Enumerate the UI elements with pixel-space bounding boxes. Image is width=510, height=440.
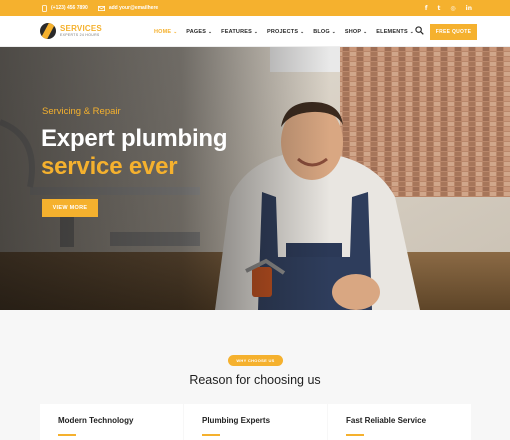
nav-item-home[interactable]: HOME ⌄: [154, 29, 177, 35]
feature-card-modern-technology[interactable]: Modern Technology: [40, 404, 183, 440]
contact-info: (+123) 456 7890 add your@emailhere: [42, 4, 168, 12]
twitter-icon[interactable]: t: [438, 5, 441, 12]
chevron-down-icon: ⌄: [300, 28, 305, 34]
chevron-down-icon: ⌄: [331, 28, 336, 34]
nav-item-features[interactable]: FEATURES ⌄: [221, 29, 258, 35]
phone-contact[interactable]: (+123) 456 7890: [42, 4, 88, 12]
nav-menu: HOME ⌄ PAGES ⌄ FEATURES ⌄ PROJECTS ⌄ BLOG ⌄ S…: [154, 16, 423, 47]
section-title: Reason for choosing us: [189, 373, 321, 387]
free-quote-button[interactable]: FREE QUOTE: [430, 24, 477, 40]
feature-card-fast-reliable-service[interactable]: Fast Reliable Service: [328, 404, 471, 440]
nav-item-label: FEATURES: [221, 28, 252, 35]
nav-item-projects[interactable]: PROJECTS ⌄: [267, 29, 304, 35]
hero-banner: Servicing & Repair Expert plumbing servi…: [0, 47, 510, 310]
feature-card-title: Plumbing Experts: [202, 416, 271, 425]
email-address: add your@emailhere: [108, 5, 159, 11]
title-underline: [346, 434, 364, 436]
nav-item-label: BLOG: [313, 28, 330, 35]
mail-icon: [97, 5, 105, 11]
nav-item-label: PAGES: [186, 28, 207, 35]
nav-item-label: SHOP: [344, 28, 362, 35]
social-links: f t ◎ in: [415, 0, 472, 16]
nav-item-label: ELEMENTS: [376, 28, 408, 35]
chevron-down-icon: ⌄: [363, 28, 368, 34]
feature-card-plumbing-experts[interactable]: Plumbing Experts: [184, 404, 327, 440]
chevron-down-icon: ⌄: [253, 28, 258, 34]
hero-kicker: Servicing & Repair: [42, 106, 121, 117]
why-choose-us-section: WHY CHOOSE US Reason for choosing us Mod…: [0, 310, 510, 440]
facebook-icon[interactable]: f: [425, 5, 428, 12]
feature-card-title: Fast Reliable Service: [346, 416, 427, 425]
feature-cards: Modern Technology Plumbing Experts Fast …: [40, 404, 471, 440]
phone-number: (+123) 456 7890: [51, 5, 88, 11]
logo-mark-icon: [40, 23, 56, 39]
hero-title-line2: service ever: [41, 153, 178, 180]
logo-title: SERVICES: [60, 24, 102, 33]
nav-item-label: PROJECTS: [266, 28, 299, 35]
logo-tagline: EXPERTS 24 HOURS: [60, 33, 100, 37]
main-navigation: SERVICES EXPERTS 24 HOURS HOME ⌄ PAGES ⌄ F…: [0, 16, 510, 47]
feature-card-title: Modern Technology: [58, 416, 134, 425]
view-more-button[interactable]: VIEW MORE: [42, 199, 98, 217]
nav-item-shop[interactable]: SHOP ⌄: [345, 29, 367, 35]
email-contact[interactable]: add your@emailhere: [97, 5, 159, 11]
section-badge: WHY CHOOSE US: [228, 355, 283, 366]
nav-item-blog[interactable]: BLOG ⌄: [313, 29, 336, 35]
search-icon[interactable]: [415, 26, 424, 35]
chevron-down-icon: ⌄: [173, 28, 178, 34]
chevron-down-icon: ⌄: [409, 28, 414, 34]
nav-item-label: HOME: [154, 28, 172, 35]
nav-item-elements[interactable]: ELEMENTS ⌄: [376, 29, 414, 35]
site-logo[interactable]: SERVICES EXPERTS 24 HOURS: [40, 23, 102, 39]
linkedin-icon[interactable]: in: [466, 5, 472, 12]
title-underline: [58, 434, 76, 436]
chevron-down-icon: ⌄: [208, 28, 213, 34]
nav-item-pages[interactable]: PAGES ⌄: [186, 29, 212, 35]
top-bar: (+123) 456 7890 add your@emailhere f t ◎…: [0, 0, 510, 16]
title-underline: [202, 434, 220, 436]
phone-icon: [42, 4, 47, 12]
instagram-icon[interactable]: ◎: [450, 5, 455, 12]
hero-title-line1: Expert plumbing: [41, 125, 228, 152]
